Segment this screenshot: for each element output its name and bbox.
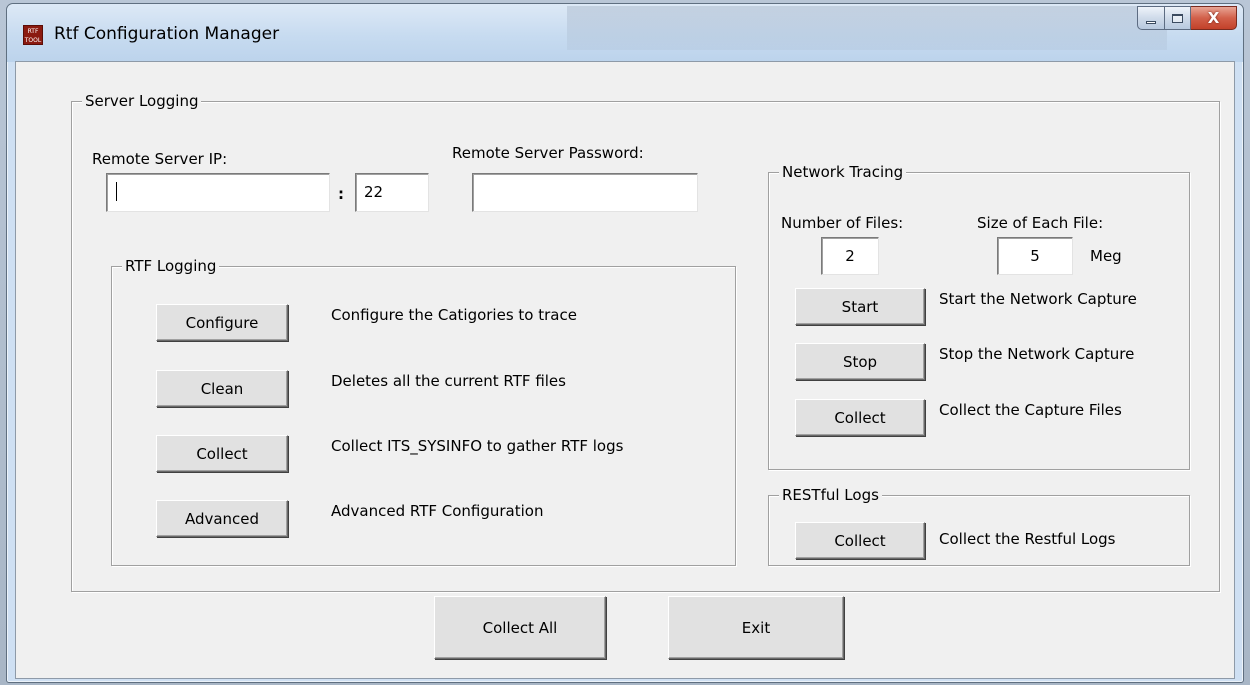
configure-description: Configure the Catigories to trace xyxy=(331,306,577,324)
clean-description: Deletes all the current RTF files xyxy=(331,372,566,390)
remote-server-password-input[interactable] xyxy=(472,173,698,212)
stop-capture-description: Stop the Network Capture xyxy=(939,345,1135,363)
server-logging-legend: Server Logging xyxy=(82,91,202,111)
advanced-button[interactable]: Advanced xyxy=(156,500,288,537)
start-capture-description: Start the Network Capture xyxy=(939,290,1137,308)
collect-restful-logs-description: Collect the Restful Logs xyxy=(939,530,1116,548)
collect-rtf-logs-button[interactable]: Collect xyxy=(156,435,288,472)
app-window: RTF TOOL Rtf Configuration Manager X Ser… xyxy=(6,3,1244,683)
rtf-tool-app-icon: RTF TOOL xyxy=(23,25,43,45)
remote-server-password-label: Remote Server Password: xyxy=(452,144,644,162)
rtf-logging-legend: RTF Logging xyxy=(122,256,220,276)
number-of-files-input[interactable]: 2 xyxy=(821,237,879,275)
collect-capture-files-button[interactable]: Collect xyxy=(795,399,925,436)
minimize-icon xyxy=(1146,20,1156,24)
minimize-button[interactable] xyxy=(1137,6,1165,30)
title-bar-background-decor xyxy=(567,6,1167,50)
server-logging-group: Server Logging Remote Server IP: : 22 Re… xyxy=(71,91,1220,592)
collect-capture-files-description: Collect the Capture Files xyxy=(939,401,1122,419)
exit-button[interactable]: Exit xyxy=(668,596,844,659)
clean-button[interactable]: Clean xyxy=(156,370,288,407)
rtf-logging-group: RTF Logging Configure Configure the Cati… xyxy=(111,256,736,566)
title-bar[interactable]: RTF TOOL Rtf Configuration Manager X xyxy=(7,4,1243,62)
network-tracing-group: Network Tracing Number of Files: 2 Size … xyxy=(768,162,1190,470)
collect-all-button[interactable]: Collect All xyxy=(434,596,606,659)
close-button[interactable]: X xyxy=(1191,6,1237,30)
network-tracing-legend: Network Tracing xyxy=(779,162,907,182)
advanced-description: Advanced RTF Configuration xyxy=(331,502,544,520)
size-of-each-file-label: Size of Each File: xyxy=(977,214,1104,232)
caption-buttons: X xyxy=(1137,6,1237,30)
remote-server-ip-label: Remote Server IP: xyxy=(92,150,228,168)
configure-button[interactable]: Configure xyxy=(156,304,288,341)
restful-logs-legend: RESTful Logs xyxy=(779,485,882,505)
start-capture-button[interactable]: Start xyxy=(795,288,925,325)
number-of-files-label: Number of Files: xyxy=(781,214,904,232)
file-size-unit-label: Meg xyxy=(1090,247,1122,265)
stop-capture-button[interactable]: Stop xyxy=(795,343,925,380)
port-separator: : xyxy=(338,185,344,203)
remote-server-ip-input[interactable] xyxy=(106,173,330,212)
maximize-icon xyxy=(1172,13,1183,23)
size-of-each-file-input[interactable]: 5 xyxy=(997,237,1073,275)
close-icon: X xyxy=(1207,9,1220,27)
dialog-client-area: Server Logging Remote Server IP: : 22 Re… xyxy=(15,61,1235,679)
text-cursor xyxy=(116,182,117,201)
remote-server-port-input[interactable]: 22 xyxy=(355,173,429,212)
window-title: Rtf Configuration Manager xyxy=(54,24,280,44)
maximize-button[interactable] xyxy=(1165,6,1191,30)
collect-rtf-logs-description: Collect ITS_SYSINFO to gather RTF logs xyxy=(331,437,624,455)
restful-logs-group: RESTful Logs Collect Collect the Restful… xyxy=(768,485,1190,566)
collect-restful-logs-button[interactable]: Collect xyxy=(795,522,925,559)
